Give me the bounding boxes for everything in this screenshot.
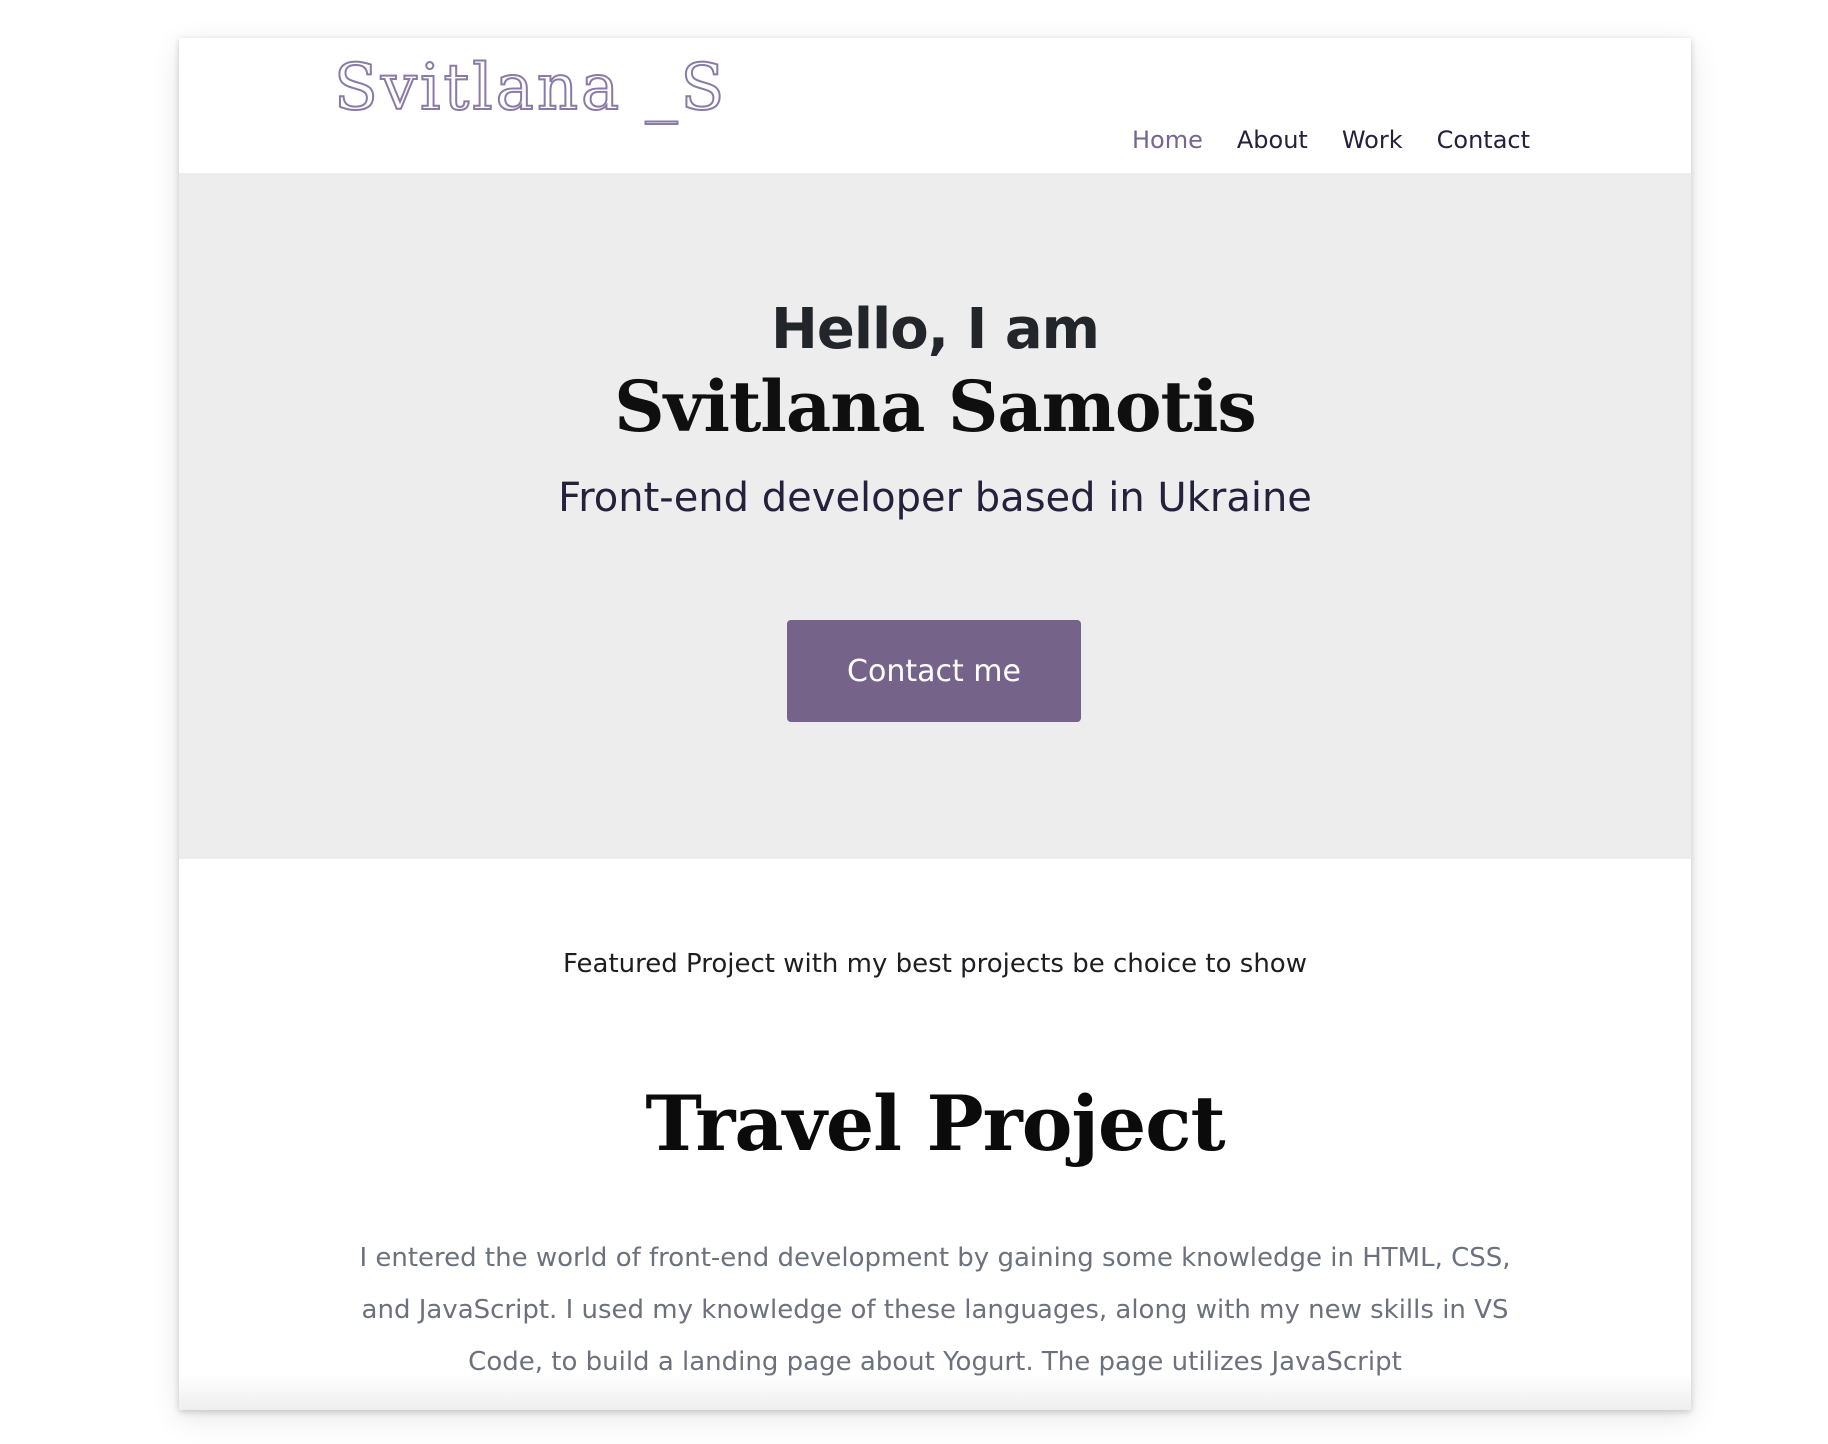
browser-page: Svitlana _S Home About Work Contact Hell…	[179, 38, 1691, 1410]
nav-link-about[interactable]: About	[1237, 126, 1308, 154]
site-header: Svitlana _S Home About Work Contact	[179, 38, 1691, 173]
contact-me-button[interactable]: Contact me	[787, 620, 1081, 722]
hero-greeting: Hello, I am	[771, 297, 1100, 362]
hero-section: Hello, I am Svitlana Samotis Front-end d…	[179, 173, 1691, 859]
project-description: I entered the world of front-end develop…	[359, 1243, 1511, 1377]
nav-link-work[interactable]: Work	[1342, 126, 1403, 154]
nav-link-home[interactable]: Home	[1132, 126, 1203, 154]
nav-link-contact[interactable]: Contact	[1437, 126, 1530, 154]
project-title: Travel Project	[645, 1079, 1225, 1168]
site-logo[interactable]: Svitlana _S	[333, 55, 727, 121]
hero-subtitle: Front-end developer based in Ukraine	[558, 475, 1312, 521]
featured-intro: Featured Project with my best projects b…	[563, 949, 1307, 979]
hero-name: Svitlana Samotis	[614, 365, 1257, 448]
main-nav: Home About Work Contact	[1132, 120, 1530, 160]
featured-project-section: Featured Project with my best projects b…	[179, 859, 1691, 1410]
